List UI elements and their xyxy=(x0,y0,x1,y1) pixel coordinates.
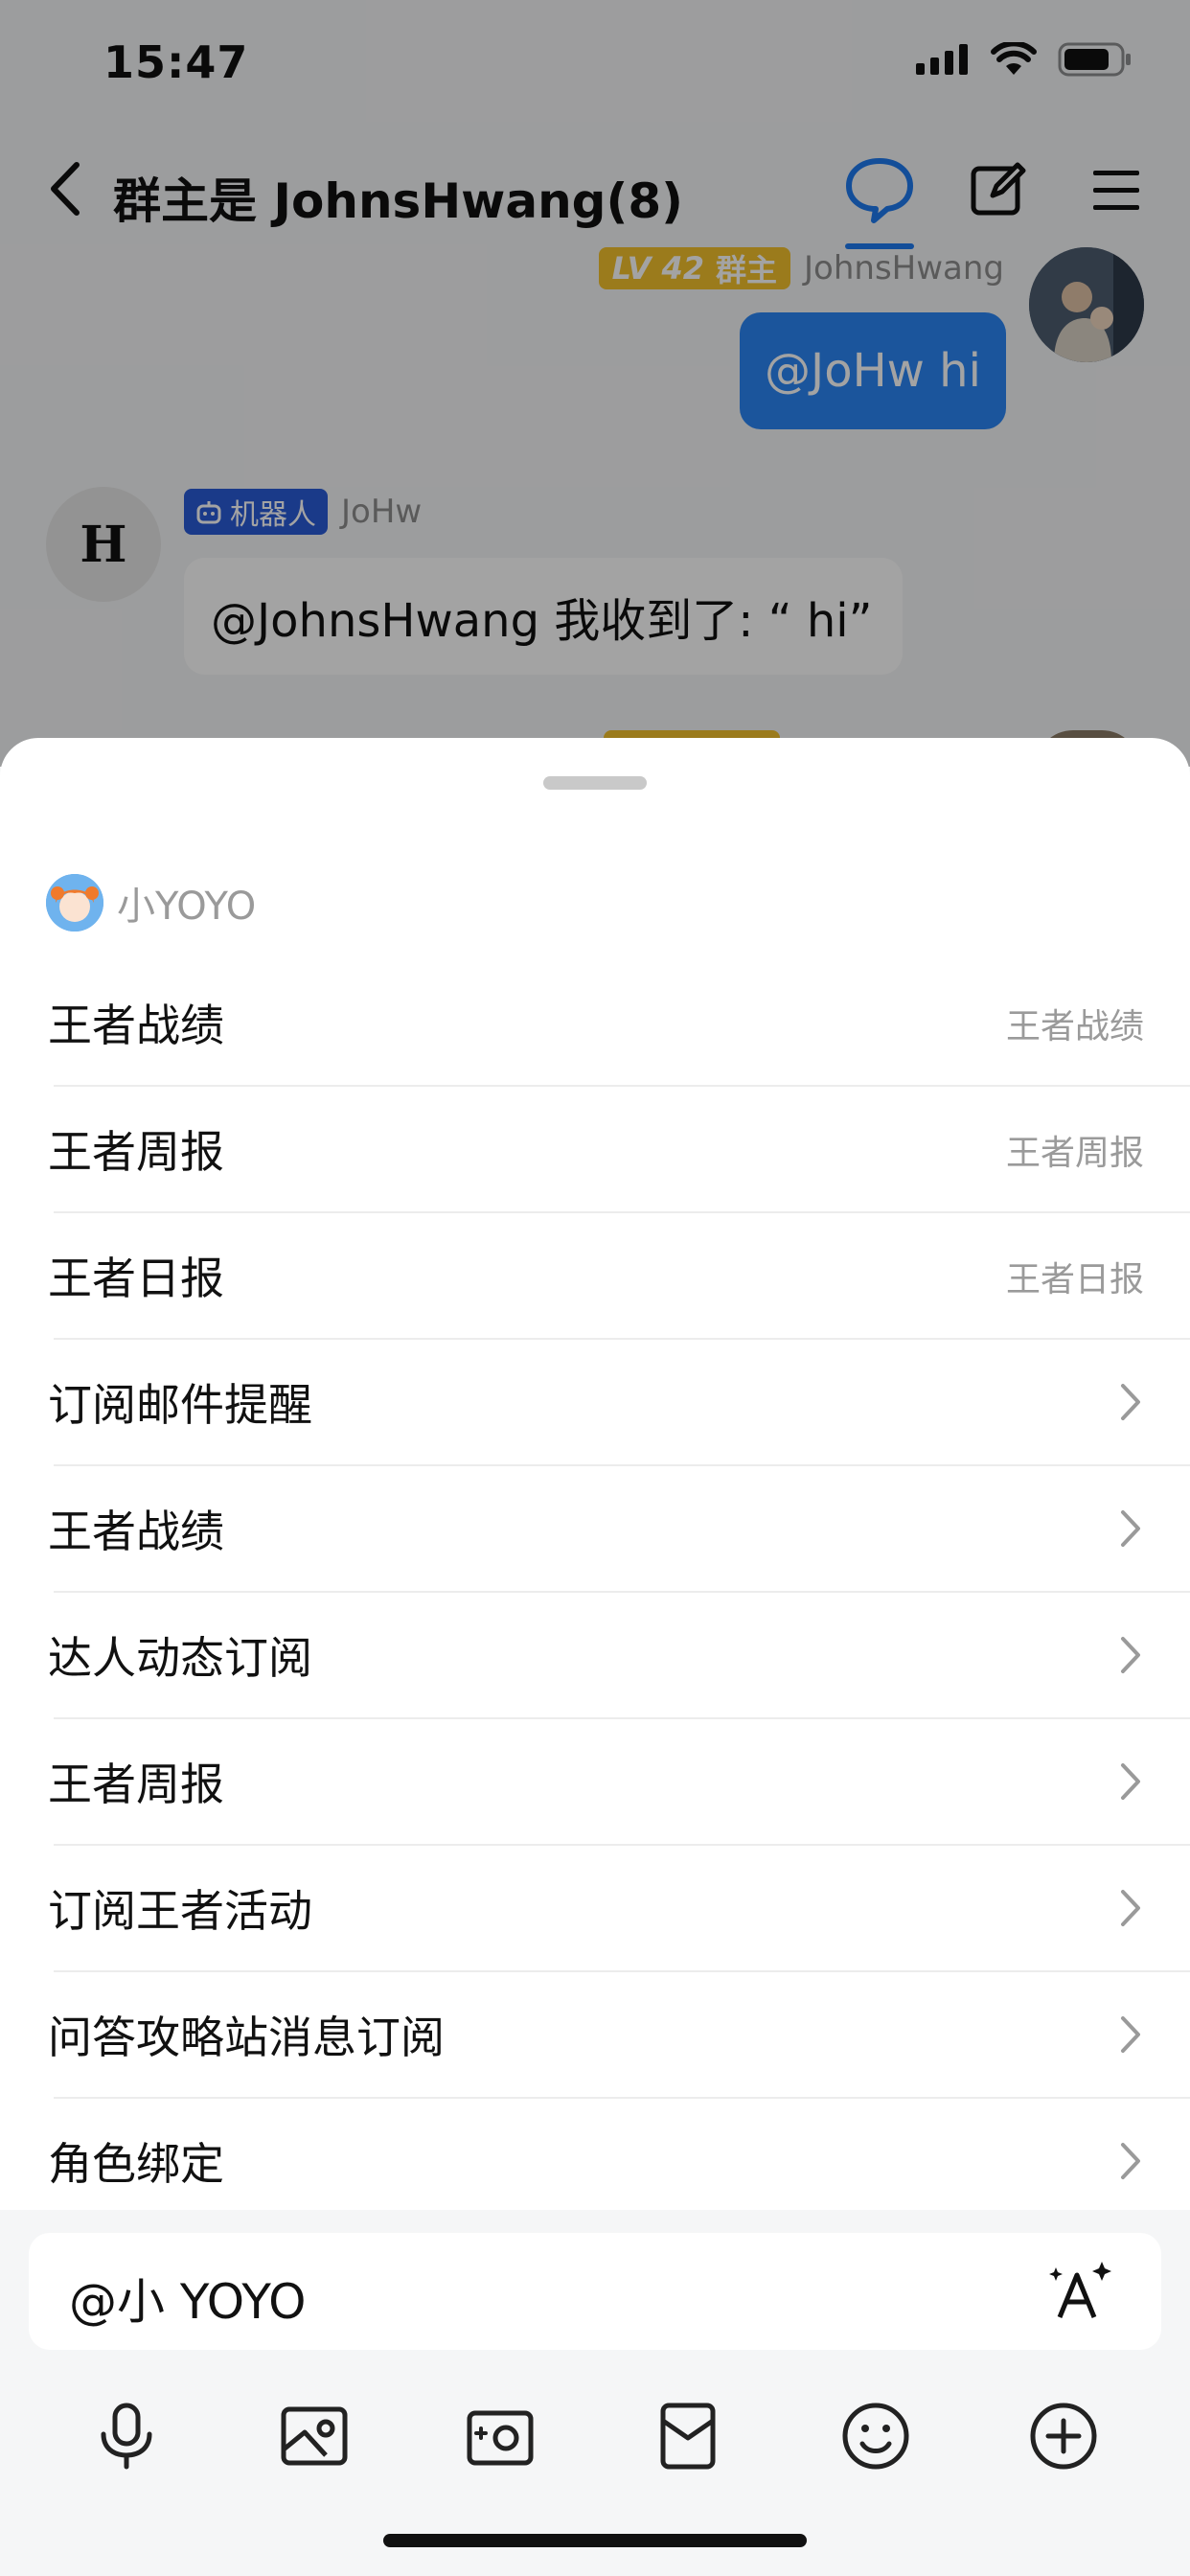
bot-message-bubble[interactable]: @JohnsHwang 我收到了: “ hi” xyxy=(184,558,903,675)
emoji-icon[interactable] xyxy=(839,2400,912,2472)
command-list: 王者战绩 王者战绩 王者周报 王者周报 王者日报 王者日报 订阅邮件提醒 王者战… xyxy=(0,960,1190,2214)
command-item[interactable]: 订阅邮件提醒 xyxy=(0,1340,1190,1466)
chat-background: 15:47 群主是 JohnsHwang(8) LV 42 群主 JohnsHw… xyxy=(0,0,1190,769)
bot-message-meta: 机器人 JoHw xyxy=(184,489,422,535)
command-label: 王者周报 xyxy=(48,1759,224,1810)
bot-sender-name: JoHw xyxy=(341,493,423,531)
chevron-right-icon xyxy=(1121,1637,1140,1673)
command-hint: 王者战绩 xyxy=(1005,1007,1144,1046)
command-item[interactable]: 王者战绩 王者战绩 xyxy=(0,960,1190,1087)
level-text: LV 42 xyxy=(611,250,704,287)
command-item[interactable]: 王者周报 xyxy=(0,1719,1190,1846)
command-item[interactable]: 问答攻略站消息订阅 xyxy=(0,1972,1190,2099)
command-item[interactable]: 订阅王者活动 xyxy=(0,1846,1190,1972)
plus-icon[interactable] xyxy=(1027,2400,1100,2472)
status-bar: 15:47 xyxy=(0,0,1190,125)
chevron-right-icon xyxy=(1121,1763,1140,1800)
chevron-right-icon xyxy=(1121,1384,1140,1420)
avatar-photo xyxy=(1029,247,1144,362)
input-toolbar xyxy=(0,2382,1190,2488)
message-input[interactable]: @小 YOYO xyxy=(29,2233,1161,2350)
wifi-icon xyxy=(991,42,1037,75)
command-item[interactable]: 达人动态订阅 xyxy=(0,1593,1190,1719)
nav-bar: 群主是 JohnsHwang(8) xyxy=(0,134,1190,249)
my-message-meta: LV 42 群主 JohnsHwang xyxy=(598,247,1004,289)
chat-bubble-icon xyxy=(846,158,913,223)
sheet-grabber[interactable] xyxy=(543,776,647,790)
chat-title[interactable]: 群主是 JohnsHwang(8) xyxy=(113,163,683,232)
my-sender-name: JohnsHwang xyxy=(804,249,1004,288)
menu-icon[interactable] xyxy=(1087,159,1145,220)
my-message-bubble[interactable]: @JoHw hi xyxy=(740,312,1006,429)
role-text: 群主 xyxy=(716,252,778,288)
cellular-signal-icon xyxy=(916,44,968,75)
microphone-icon[interactable] xyxy=(90,2400,163,2472)
status-icons xyxy=(916,42,1133,77)
bot-header: 小YOYO xyxy=(46,874,256,932)
command-label: 王者日报 xyxy=(48,1253,224,1304)
command-label: 达人动态订阅 xyxy=(48,1632,312,1684)
status-time: 15:47 xyxy=(103,36,249,88)
command-hint: 王者日报 xyxy=(1005,1260,1144,1300)
message-input-text[interactable]: @小 YOYO xyxy=(69,2264,307,2333)
my-avatar[interactable] xyxy=(1029,247,1144,362)
command-item[interactable]: 角色绑定 xyxy=(0,2099,1190,2214)
command-item[interactable]: 王者战绩 xyxy=(0,1466,1190,1593)
camera-icon[interactable] xyxy=(464,2400,537,2472)
chevron-right-icon xyxy=(1121,2016,1140,2053)
command-item[interactable]: 王者周报 王者周报 xyxy=(0,1087,1190,1213)
robot-badge: 机器人 xyxy=(184,489,328,535)
yoyo-avatar-image xyxy=(46,874,103,932)
command-label: 订阅王者活动 xyxy=(48,1885,312,1937)
command-item[interactable]: 王者日报 王者日报 xyxy=(0,1213,1190,1340)
bot-command-sheet: 小YOYO 王者战绩 王者战绩 王者周报 王者周报 王者日报 王者日报 订阅邮件… xyxy=(0,738,1190,2214)
level-badge: LV 42 群主 xyxy=(598,247,791,289)
chevron-right-icon xyxy=(1121,1510,1140,1547)
image-icon[interactable] xyxy=(278,2400,351,2472)
text-style-icon[interactable] xyxy=(1046,2256,1115,2325)
edit-icon[interactable] xyxy=(968,159,1029,220)
bot-avatar[interactable]: H xyxy=(46,487,161,602)
back-icon[interactable] xyxy=(38,155,96,222)
input-area: @小 YOYO xyxy=(0,2210,1190,2576)
command-hint: 王者周报 xyxy=(1005,1134,1144,1173)
chat-tab[interactable] xyxy=(841,153,918,249)
command-label: 订阅邮件提醒 xyxy=(48,1379,312,1431)
command-label: 王者周报 xyxy=(48,1126,224,1178)
battery-icon xyxy=(1058,42,1131,77)
command-label: 角色绑定 xyxy=(48,2138,224,2190)
red-packet-icon[interactable] xyxy=(652,2400,724,2472)
bot-name: 小YOYO xyxy=(117,885,257,929)
home-indicator xyxy=(383,2534,807,2547)
chevron-right-icon xyxy=(1121,1890,1140,1926)
command-label: 问答攻略站消息订阅 xyxy=(48,2012,445,2063)
command-label: 王者战绩 xyxy=(48,1506,224,1557)
command-label: 王者战绩 xyxy=(48,1000,224,1051)
robot-icon xyxy=(196,501,221,524)
yoyo-avatar xyxy=(46,874,103,932)
chevron-right-icon xyxy=(1121,2143,1140,2179)
robot-badge-text: 机器人 xyxy=(230,498,316,532)
app: 15:47 群主是 JohnsHwang(8) LV 42 群主 JohnsHw… xyxy=(0,0,1190,2576)
